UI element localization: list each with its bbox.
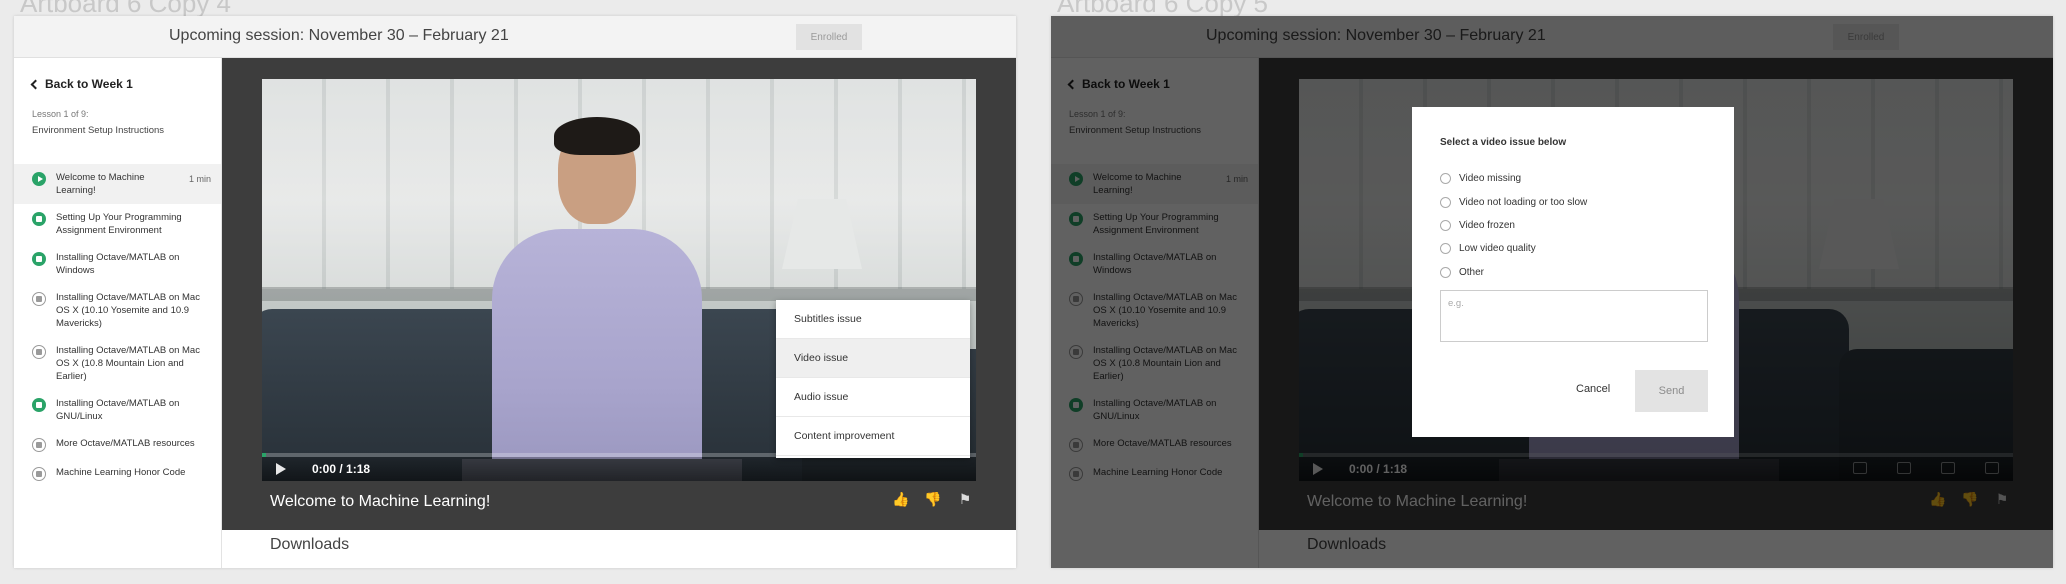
enrolled-button[interactable]: Enrolled (796, 24, 862, 50)
lesson-item-label: Installing Octave/MATLAB on Mac OS X (10… (56, 292, 200, 329)
video-title: Welcome to Machine Learning! (270, 493, 491, 510)
thumbs-up-icon[interactable]: 👍 (892, 490, 910, 508)
lesson-item[interactable]: Setting Up Your Programming Assignment E… (14, 204, 221, 244)
send-button[interactable]: Send (1635, 370, 1708, 412)
issue-option-audio[interactable]: Audio issue (776, 378, 970, 417)
radio-button[interactable] (1440, 173, 1451, 184)
video-issue-dialog: Select a video issue below Video missing… (1412, 107, 1734, 437)
flag-icon[interactable]: ⚑ (956, 490, 974, 508)
cancel-button[interactable]: Cancel (1576, 383, 1610, 395)
lesson-sidebar: Back to Week 1 Lesson 1 of 9: Environmen… (14, 58, 222, 568)
lesson-item[interactable]: More Octave/MATLAB resources (14, 430, 221, 459)
time-display: 0:00 / 1:18 (312, 462, 371, 476)
issue-radio-not-loading[interactable]: Video not loading or too slow (1440, 197, 1587, 208)
reading-complete-icon (32, 252, 46, 266)
downloads-heading: Downloads (270, 536, 350, 553)
chevron-left-icon (30, 79, 41, 89)
thumbs-down-icon[interactable]: 👎 (924, 490, 942, 508)
issue-radio-low-quality[interactable]: Low video quality (1440, 243, 1536, 254)
radio-button[interactable] (1440, 243, 1451, 254)
lesson-item[interactable]: Welcome to Machine Learning! 1 min (14, 164, 221, 204)
lesson-item[interactable]: Installing Octave/MATLAB on Mac OS X (10… (14, 337, 221, 390)
lesson-item-label: Machine Learning Honor Code (56, 467, 186, 478)
issue-details-textarea[interactable]: e.g. (1440, 290, 1708, 342)
lesson-item[interactable]: Installing Octave/MATLAB on GNU/Linux (14, 390, 221, 430)
dialog-title: Select a video issue below (1440, 137, 1567, 148)
lesson-item-label: More Octave/MATLAB resources (56, 438, 195, 449)
lesson-item-duration: 1 min (188, 174, 211, 184)
video-presenter (492, 229, 702, 481)
lesson-item[interactable]: Installing Octave/MATLAB on Mac OS X (10… (14, 284, 221, 337)
play-icon[interactable] (276, 463, 286, 475)
radio-button[interactable] (1440, 220, 1451, 231)
session-header: Upcoming session: November 30 – February… (14, 16, 1016, 58)
issue-radio-frozen[interactable]: Video frozen (1440, 220, 1515, 231)
lesson-item-label: Welcome to Machine Learning! (56, 172, 145, 196)
reading-complete-icon (32, 398, 46, 412)
lesson-name: Environment Setup Instructions (32, 125, 165, 136)
reading-icon (32, 438, 46, 452)
reading-icon (32, 292, 46, 306)
issue-option-content[interactable]: Content improvement (776, 417, 970, 456)
play-icon (32, 172, 46, 186)
video-presenter (554, 117, 640, 155)
radio-label: Video not loading or too slow (1459, 197, 1588, 208)
rating-controls: 👍 👎 ⚑ (892, 490, 974, 508)
lesson-item[interactable]: Machine Learning Honor Code (14, 459, 221, 488)
lesson-item-label: Installing Octave/MATLAB on Windows (56, 252, 180, 276)
course-player-frame: Upcoming session: November 30 – February… (14, 16, 1016, 568)
issue-radio-video-missing[interactable]: Video missing (1440, 173, 1521, 184)
lesson-item-list: Welcome to Machine Learning! 1 min Settin… (14, 164, 221, 488)
issue-option-subtitles[interactable]: Subtitles issue (776, 300, 970, 339)
reading-icon (32, 467, 46, 481)
radio-button[interactable] (1440, 197, 1451, 208)
radio-label: Video missing (1459, 173, 1522, 184)
player-controls: 0:00 / 1:18 (262, 457, 976, 481)
issue-option-video[interactable]: Video issue (776, 339, 970, 378)
radio-button[interactable] (1440, 267, 1451, 278)
issue-radio-other[interactable]: Other (1440, 267, 1484, 278)
session-title: Upcoming session: November 30 – February… (169, 27, 509, 44)
reading-complete-icon (32, 212, 46, 226)
radio-label: Video frozen (1459, 220, 1515, 231)
lesson-item-label: Setting Up Your Programming Assignment E… (56, 212, 182, 236)
course-player-frame-modal: Upcoming session: November 30 – February… (1051, 16, 2053, 568)
back-link-label: Back to Week 1 (45, 77, 133, 91)
lesson-count: Lesson 1 of 9: (32, 109, 89, 119)
back-to-week-link[interactable]: Back to Week 1 (30, 77, 133, 91)
issue-menu: Subtitles issue Video issue Audio issue … (776, 300, 970, 458)
lesson-item-label: Installing Octave/MATLAB on Mac OS X (10… (56, 345, 200, 382)
reading-icon (32, 345, 46, 359)
lesson-item-label: Installing Octave/MATLAB on GNU/Linux (56, 398, 180, 422)
radio-label: Other (1459, 267, 1485, 278)
radio-label: Low video quality (1459, 243, 1536, 254)
lesson-item[interactable]: Installing Octave/MATLAB on Windows (14, 244, 221, 284)
video-stage: 0:00 / 1:18 Welcome to Machine Learning!… (222, 58, 1016, 530)
